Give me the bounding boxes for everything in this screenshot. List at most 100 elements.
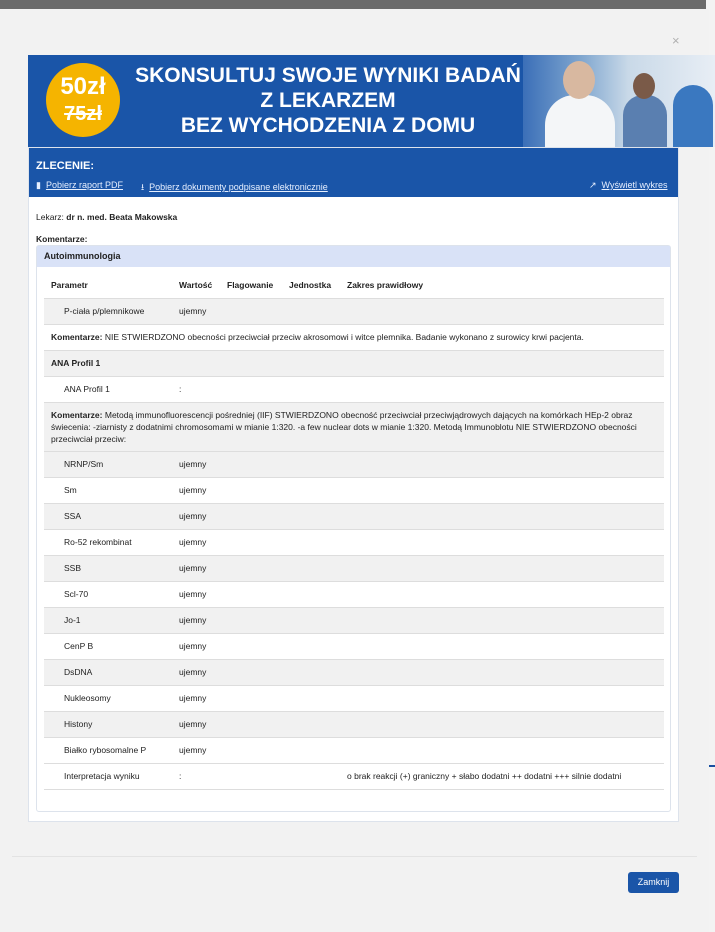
- table-row: Sm ujemny: [44, 477, 664, 504]
- comments-label: Komentarze:: [36, 234, 88, 244]
- col-unit: Jednostka: [282, 272, 340, 299]
- col-range: Zakres prawidłowy: [340, 272, 664, 299]
- table-row: Białko rybosomalne Pujemny: [44, 737, 664, 764]
- row-value: ujemny: [172, 737, 220, 764]
- row-param: ANA Profil 1: [44, 376, 172, 403]
- doctor-photo: [523, 55, 715, 147]
- row-param: Histony: [44, 711, 172, 738]
- table-row: Histony ujemny: [44, 711, 664, 738]
- download-signed-docs-link[interactable]: ⭳ Pobierz dokumenty podpisane elektronicz…: [141, 180, 328, 196]
- doctor-line: Lekarz: dr n. med. Beata Makowska: [36, 212, 177, 222]
- download-signed-docs-label: Pobierz dokumenty podpisane elektroniczn…: [149, 182, 328, 192]
- banner-line-3: BEZ WYCHODZENIA Z DOMU: [180, 114, 476, 137]
- price-badge: 50zł 75zł: [46, 63, 120, 137]
- row-value: :: [172, 376, 220, 403]
- row-param: CenP B: [44, 633, 172, 660]
- doctor-figure: [545, 95, 615, 147]
- order-card-header: ZLECENIE: ▮ Pobierz raport PDF ⭳ Pobierz d…: [29, 148, 678, 197]
- row-param: Ro-52 rekombinat: [44, 529, 172, 556]
- close-button[interactable]: Zamknij: [628, 872, 679, 893]
- group-title: ANA Profil 1: [44, 350, 664, 377]
- col-parameter: Parametr: [44, 272, 172, 299]
- comment-label: Komentarze:: [51, 409, 103, 420]
- file-icon: ▮: [36, 180, 41, 190]
- row-range: o brak reakcji (+) graniczny + słabo dod…: [340, 763, 664, 790]
- show-chart-label: Wyświetl wykres: [601, 180, 668, 190]
- doctor-name: dr n. med. Beata Makowska: [66, 212, 178, 222]
- comment-cell: Komentarze: NIE STWIERDZONO obecności pr…: [44, 324, 664, 351]
- ana-rows: NRNP/Sm ujemny Sm ujemny SSA ujemny Ro-52 reko…: [44, 451, 664, 764]
- table-row: CenP Bujemny: [44, 633, 664, 660]
- table-row: DsDNA ujemny: [44, 659, 664, 686]
- row-param: P-ciała p/plemnikowe: [44, 298, 172, 325]
- nurse-head: [633, 73, 655, 99]
- autoimmunology-section: Autoimmunologia Parametr Wartość Flagowa…: [36, 245, 671, 812]
- row-value: ujemny: [172, 298, 220, 325]
- group-row: ANA Profil 1: [44, 350, 664, 377]
- order-title: ZLECENIE:: [36, 160, 95, 172]
- download-icon: ⭳: [141, 182, 145, 192]
- row-param: NRNP/Sm: [44, 451, 172, 478]
- table-row: Ro-52 rekombinat ujemny: [44, 529, 664, 556]
- table-row: P-ciała p/plemnikowe ujemny: [44, 298, 664, 325]
- comment-row: Komentarze: Metodą immunofluorescencji p…: [44, 402, 664, 452]
- table-row: SSA ujemny: [44, 503, 664, 530]
- row-param: Sm: [44, 477, 172, 504]
- comment-label: Komentarze:: [51, 332, 103, 342]
- row-param: Białko rybosomalne P: [44, 737, 172, 764]
- banner-line-2: Z LEKARZEM: [260, 89, 396, 112]
- footer-divider: [12, 856, 697, 857]
- row-value: ujemny: [172, 451, 220, 478]
- patient-figure: [673, 85, 713, 147]
- banner-line-1: SKONSULTUJ SWOJE WYNIKI BADAŃ: [135, 64, 521, 87]
- col-flag: Flagowanie: [220, 272, 282, 299]
- comments-line: Komentarze:: [36, 234, 87, 244]
- row-param: SSB: [44, 555, 172, 582]
- row-value: ujemny: [172, 529, 220, 556]
- banner-headline: SKONSULTUJ SWOJE WYNIKI BADAŃ Z LEKARZEM…: [118, 63, 538, 138]
- row-param: Jo-1: [44, 607, 172, 634]
- row-param: SSA: [44, 503, 172, 530]
- download-pdf-label: Pobierz raport PDF: [45, 180, 123, 190]
- interpretation-row: Interpretacja wyniku : o brak reakcji (+…: [44, 763, 664, 790]
- results-table: Parametr Wartość Flagowanie Jednostka Za…: [44, 272, 664, 790]
- nurse-figure: [623, 95, 667, 147]
- download-pdf-link[interactable]: ▮ Pobierz raport PDF: [36, 180, 123, 191]
- row-value: ujemny: [172, 555, 220, 582]
- order-card: ZLECENIE: ▮ Pobierz raport PDF ⭳ Pobierz d…: [28, 147, 679, 822]
- row-value: ujemny: [172, 607, 220, 634]
- comment-row: Komentarze: NIE STWIERDZONO obecności pr…: [44, 324, 664, 351]
- table-row: SSB ujemny: [44, 555, 664, 582]
- section-title: Autoimmunologia: [37, 246, 670, 267]
- consultation-banner[interactable]: 50zł 75zł SKONSULTUJ SWOJE WYNIKI BADAŃ …: [28, 55, 715, 147]
- table-row: NRNP/Sm ujemny: [44, 451, 664, 478]
- close-icon[interactable]: ×: [672, 33, 680, 48]
- table-row: Jo-1 ujemny: [44, 607, 664, 634]
- backdrop: [0, 0, 715, 9]
- row-param: Interpretacja wyniku: [44, 763, 172, 790]
- row-param: Nukleosomy: [44, 685, 172, 712]
- col-value: Wartość: [172, 272, 220, 299]
- row-value: ujemny: [172, 581, 220, 608]
- show-chart-link[interactable]: ↗ Wyświetl wykres: [589, 180, 667, 191]
- price-new: 50zł: [60, 73, 106, 100]
- row-value: ujemny: [172, 711, 220, 738]
- row-value: ujemny: [172, 633, 220, 660]
- table-row: Scl-70 ujemny: [44, 581, 664, 608]
- table-header: Parametr Wartość Flagowanie Jednostka Za…: [44, 272, 664, 299]
- external-link-icon: ↗: [589, 180, 597, 190]
- comment-text: Metodą immunofluorescencji pośredniej (I…: [51, 409, 637, 444]
- row-value: ujemny: [172, 685, 220, 712]
- doctor-head: [563, 61, 595, 99]
- row-value: ujemny: [172, 477, 220, 504]
- row-param: DsDNA: [44, 659, 172, 686]
- comment-cell: Komentarze: Metodą immunofluorescencji p…: [44, 402, 664, 452]
- row-value: :: [172, 763, 220, 790]
- doctor-label: Lekarz:: [36, 212, 64, 222]
- price-old: 75zł: [64, 103, 102, 125]
- table-row: Nukleosomy ujemny: [44, 685, 664, 712]
- row-value: ujemny: [172, 659, 220, 686]
- row-value: ujemny: [172, 503, 220, 530]
- table-row: ANA Profil 1 :: [44, 376, 664, 403]
- comment-text: NIE STWIERDZONO obecności przeciwciał pr…: [104, 332, 584, 342]
